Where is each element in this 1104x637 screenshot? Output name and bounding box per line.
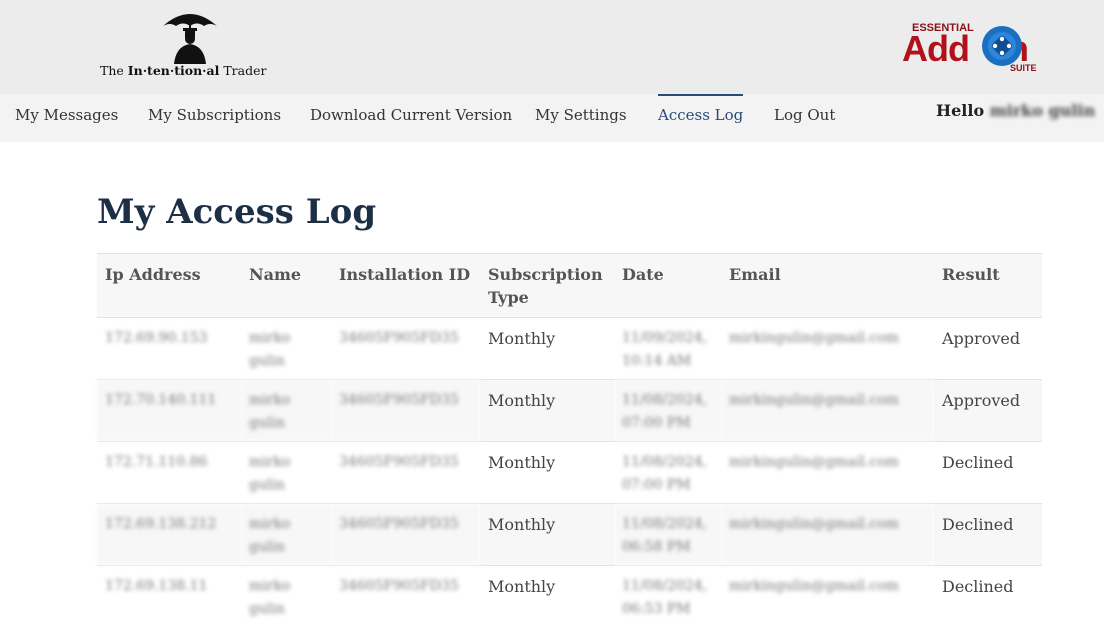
greeting-label: Hello [936, 101, 985, 120]
table-row: 172.69.138.212 mirko gulin 34605F905FD35… [97, 503, 1042, 566]
cell-ip: 172.69.90.153 [97, 317, 241, 380]
cell-installation-id: 34605F905FD35 [331, 503, 480, 566]
nav-my-subscriptions[interactable]: My Subscriptions [148, 94, 281, 142]
umbrella-man-icon [163, 14, 217, 64]
user-greeting: Hello mirko gulin [936, 94, 1095, 128]
logo-suite-text: SUITE [1010, 63, 1037, 73]
nav-my-settings[interactable]: My Settings [535, 94, 627, 142]
main-nav: My Messages My Subscriptions Download Cu… [0, 94, 1104, 142]
cell-name: mirko gulin [241, 441, 331, 504]
cell-installation-id: 34605F905FD35 [331, 317, 480, 380]
cell-subscription-type: Monthly [480, 317, 614, 380]
nav-access-log[interactable]: Access Log [658, 94, 744, 142]
nav-my-messages[interactable]: My Messages [15, 94, 118, 142]
cell-ip: 172.71.110.86 [97, 441, 241, 504]
cell-result: Declined [934, 565, 1042, 627]
cell-ip: 172.69.138.11 [97, 565, 241, 627]
col-header-ip: Ip Address [97, 253, 241, 318]
cell-ip: 172.70.140.111 [97, 379, 241, 442]
cell-email: mirkingulin@gmail.com [721, 565, 934, 627]
cell-installation-id: 34605F905FD35 [331, 379, 480, 442]
table-header-row: Ip Address Name Installation ID Subscrip… [97, 253, 1042, 318]
cell-name: mirko gulin [241, 317, 331, 380]
col-header-installation-id: Installation ID [331, 253, 480, 318]
cell-email: mirkingulin@gmail.com [721, 441, 934, 504]
cell-email: mirkingulin@gmail.com [721, 503, 934, 566]
nav-log-out[interactable]: Log Out [774, 94, 835, 142]
table-row: 172.69.90.153 mirko gulin 34605F905FD35 … [97, 317, 1042, 380]
logo-text: The In·ten·tion·al Trader [100, 63, 267, 78]
cell-email: mirkingulin@gmail.com [721, 317, 934, 380]
cell-name: mirko gulin [241, 503, 331, 566]
cell-result: Approved [934, 317, 1042, 380]
col-header-email: Email [721, 253, 934, 318]
cell-subscription-type: Monthly [480, 503, 614, 566]
cell-date: 11/08/2024, 06:53 PM [614, 565, 721, 627]
cell-installation-id: 34605F905FD35 [331, 441, 480, 504]
cell-subscription-type: Monthly [480, 441, 614, 504]
table-row: 172.69.138.11 mirko gulin 34605F905FD35 … [97, 565, 1042, 627]
cell-date: 11/08/2024, 07:00 PM [614, 441, 721, 504]
cell-subscription-type: Monthly [480, 565, 614, 627]
nav-download-current-version[interactable]: Download Current Version [310, 94, 512, 142]
cell-name: mirko gulin [241, 565, 331, 627]
cell-ip: 172.69.138.212 [97, 503, 241, 566]
cell-date: 11/08/2024, 07:00 PM [614, 379, 721, 442]
col-header-name: Name [241, 253, 331, 318]
cell-result: Declined [934, 441, 1042, 504]
cell-result: Approved [934, 379, 1042, 442]
cell-email: mirkingulin@gmail.com [721, 379, 934, 442]
table-row: 172.71.110.86 mirko gulin 34605F905FD35 … [97, 441, 1042, 504]
table-row: 172.70.140.111 mirko gulin 34605F905FD35… [97, 379, 1042, 442]
col-header-result: Result [934, 253, 1042, 318]
access-log-table: Ip Address Name Installation ID Subscrip… [97, 253, 1042, 627]
dice-icon [982, 26, 1022, 66]
cell-date: 11/08/2024, 06:58 PM [614, 503, 721, 566]
cell-result: Declined [934, 503, 1042, 566]
site-header: The In·ten·tion·al Trader ESSENTIAL Addn… [0, 0, 1104, 94]
cell-date: 11/09/2024, 10:14 AM [614, 317, 721, 380]
page-title: My Access Log [97, 192, 377, 232]
col-header-date: Date [614, 253, 721, 318]
user-name: mirko gulin [989, 101, 1096, 120]
cell-name: mirko gulin [241, 379, 331, 442]
cell-subscription-type: Monthly [480, 379, 614, 442]
essential-addon-logo[interactable]: ESSENTIAL Addn SUITE [902, 20, 1052, 76]
cell-installation-id: 34605F905FD35 [331, 565, 480, 627]
intentional-trader-logo[interactable]: The In·ten·tion·al Trader [100, 8, 280, 80]
col-header-subscription-type: Subscription Type [480, 253, 614, 318]
